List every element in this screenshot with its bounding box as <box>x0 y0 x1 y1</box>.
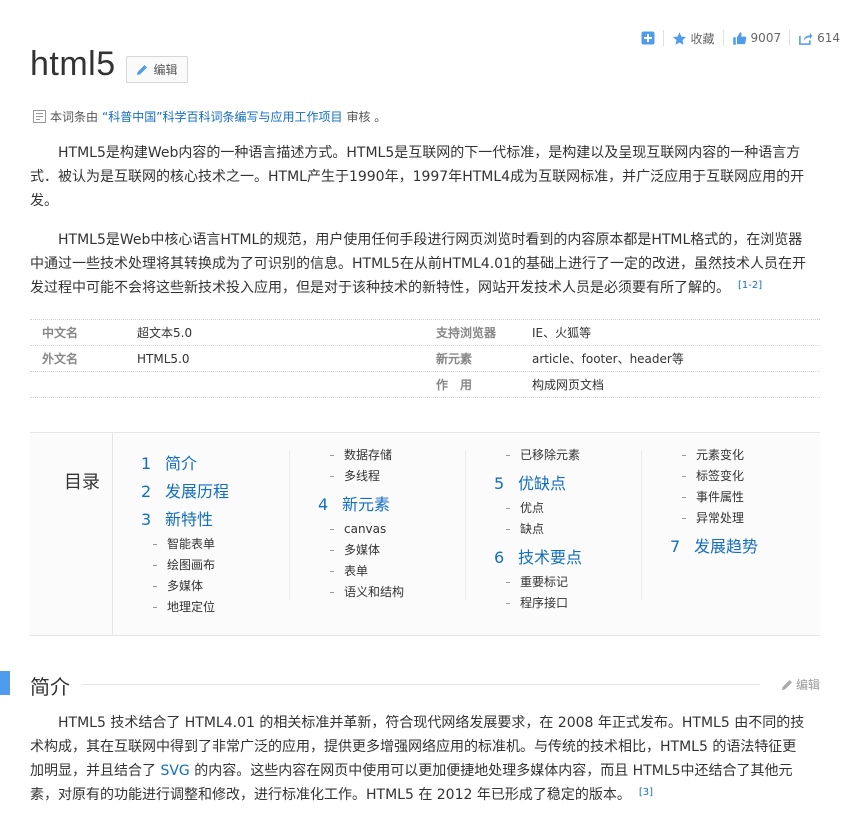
review-notice: 本词条由 “科普中国”科学百科词条编写与应用工作项目 审核 。 <box>33 108 386 125</box>
toc-subitem[interactable]: 已移除元素 <box>494 445 664 466</box>
toc-subitem[interactable]: 绘图画布 <box>141 555 311 576</box>
pencil-icon <box>137 64 148 75</box>
toc-subitem[interactable]: 智能表单 <box>141 534 311 555</box>
like-button[interactable]: 9007 <box>724 30 791 46</box>
toc-subitem[interactable]: 地理定位 <box>141 597 311 618</box>
toc-title: 发展趋势 <box>694 537 759 556</box>
toc-number: 2 <box>141 482 152 501</box>
edit-button[interactable]: 编辑 <box>126 56 188 83</box>
section-paragraph: HTML5 技术结合了 HTML4.01 的相关标准并革新，符合现代网络发展要求… <box>30 711 810 807</box>
info-value: IE、火狐等 <box>532 326 592 340</box>
toc-number: 1 <box>141 454 152 473</box>
toc-title: 发展历程 <box>165 482 230 501</box>
star-icon <box>672 31 686 45</box>
reference-link[interactable]: [1-2] <box>738 280 762 291</box>
plus-square-icon <box>641 31 655 45</box>
info-value: 构成网页文档 <box>532 378 605 392</box>
reference-link[interactable]: [3] <box>639 787 653 798</box>
toc-subitem[interactable]: 优点 <box>494 498 664 519</box>
toc-number: 4 <box>318 495 329 514</box>
info-row: 外文名 HTML5.0 新元素 article、footer、header等 <box>30 346 820 372</box>
review-prefix: 本词条由 <box>50 110 99 124</box>
share-button[interactable]: 614 <box>790 30 840 46</box>
share-icon <box>799 32 813 45</box>
review-org-link[interactable]: “科普中国”科学百科词条编写与应用工作项目 <box>102 108 342 125</box>
toc-subitem[interactable]: 标签变化 <box>670 466 840 487</box>
like-count: 9007 <box>750 31 782 45</box>
document-icon <box>33 110 46 123</box>
toc-item-new-elements[interactable]: 4 新元素 <box>318 491 488 519</box>
page-title: html5 <box>30 45 116 83</box>
info-label: 作 用 <box>436 378 473 392</box>
toc-number: 3 <box>141 510 152 529</box>
pencil-icon <box>782 679 792 690</box>
toc-title: 简介 <box>165 454 198 473</box>
toc-number: 5 <box>494 474 505 493</box>
toc-number: 7 <box>670 537 681 556</box>
toc-item-history[interactable]: 2 发展历程 <box>141 478 311 506</box>
info-value: article、footer、header等 <box>532 352 684 366</box>
toc-title: 优缺点 <box>518 474 567 493</box>
toc-subitem[interactable]: 多线程 <box>318 466 488 487</box>
toc-item-features[interactable]: 3 新特性 <box>141 506 311 534</box>
toc-number: 6 <box>494 548 505 567</box>
review-suffix: 审核 。 <box>346 110 387 124</box>
toc-subitem[interactable]: 多媒体 <box>318 540 488 561</box>
svg-link[interactable]: SVG <box>160 763 189 779</box>
thumbs-up-icon <box>732 31 746 45</box>
toc-item-trends[interactable]: 7 发展趋势 <box>670 533 840 561</box>
toc-subitem[interactable]: canvas <box>318 519 488 540</box>
toc-subitem[interactable]: 重要标记 <box>494 572 664 593</box>
toc-subitem[interactable]: 语义和结构 <box>318 582 488 603</box>
info-label: 外文名 <box>42 352 79 366</box>
toc-divider <box>112 432 113 636</box>
toc-subitem[interactable]: 表单 <box>318 561 488 582</box>
toc-item-intro[interactable]: 1 简介 <box>141 450 311 478</box>
info-row: 中文名 超文本5.0 支持浏览器 IE、火狐等 <box>30 320 820 346</box>
section-edit-button[interactable]: 编辑 <box>781 676 820 693</box>
favorite-label: 收藏 <box>690 31 715 46</box>
share-count: 614 <box>817 31 840 45</box>
toc-title: 新特性 <box>165 510 214 529</box>
toc-item-pros-cons[interactable]: 5 优缺点 <box>494 470 664 498</box>
favorite-button[interactable]: 收藏 <box>664 30 724 46</box>
toc-column-2: 数据存储 多线程 4 新元素 canvas 多媒体 表单 语义和结构 <box>318 445 488 615</box>
section-divider <box>82 684 760 685</box>
section-accent-bar <box>0 671 10 695</box>
toc-subitem[interactable]: 事件属性 <box>670 487 840 508</box>
info-row: 作 用 构成网页文档 <box>30 372 820 398</box>
info-label: 新元素 <box>436 352 473 366</box>
toc-title: 技术要点 <box>518 548 583 567</box>
toc-title: 新元素 <box>342 495 391 514</box>
toc-heading: 目录 <box>64 472 100 493</box>
toc-subitem[interactable]: 异常处理 <box>670 508 840 529</box>
section-edit-label: 编辑 <box>796 678 821 692</box>
edit-label: 编辑 <box>153 63 178 77</box>
toc-subitem[interactable]: 多媒体 <box>141 576 311 597</box>
top-toolbar: 收藏 9007 614 <box>633 28 840 48</box>
info-label: 中文名 <box>42 326 79 340</box>
toc-column-3: 已移除元素 5 优缺点 优点 缺点 6 技术要点 重要标记 程序接口 <box>494 445 664 615</box>
toc-item-tech-points[interactable]: 6 技术要点 <box>494 544 664 572</box>
intro-paragraph-1: HTML5是构建Web内容的一种语言描述方式。HTML5是互联网的下一代标准，是… <box>30 145 805 209</box>
toc-subitem[interactable]: 缺点 <box>494 519 664 540</box>
toc-subitem[interactable]: 数据存储 <box>318 445 488 466</box>
toc-subitem[interactable]: 元素变化 <box>670 445 840 466</box>
basic-info-table: 中文名 超文本5.0 支持浏览器 IE、火狐等 外文名 HTML5.0 新元素 … <box>30 319 820 398</box>
toc-column-1: 1 简介 2 发展历程 3 新特性 智能表单 绘图画布 多媒体 地理定位 <box>141 450 311 620</box>
intro-paragraph-2: HTML5是Web中核心语言HTML的规范，用户使用任何手段进行网页浏览时看到的… <box>30 228 810 300</box>
toc-subitem[interactable]: 程序接口 <box>494 593 664 614</box>
intro-paragraph-2-text: HTML5是Web中核心语言HTML的规范，用户使用任何手段进行网页浏览时看到的… <box>30 232 806 296</box>
info-label: 支持浏览器 <box>436 326 497 340</box>
add-button[interactable] <box>633 30 664 46</box>
toc-column-4: 元素变化 标签变化 事件属性 异常处理 7 发展趋势 <box>670 445 840 615</box>
section-title: 简介 <box>30 675 70 699</box>
info-value: 超文本5.0 <box>137 326 193 340</box>
info-value: HTML5.0 <box>137 352 190 366</box>
